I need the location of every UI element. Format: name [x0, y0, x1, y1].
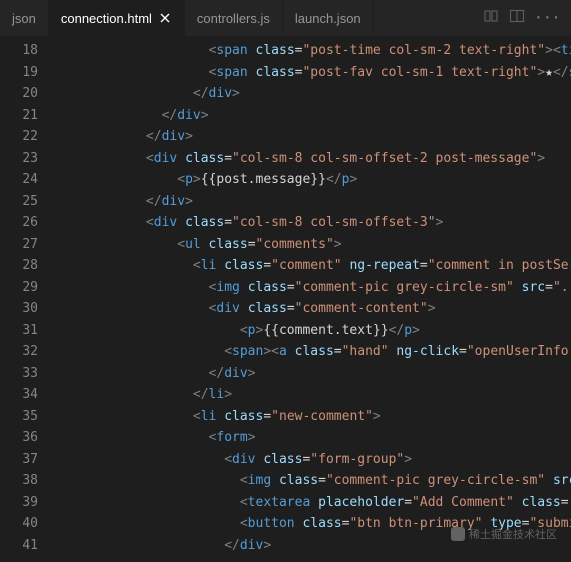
code-line[interactable]: </div>: [52, 126, 571, 148]
line-number: 18: [0, 40, 38, 62]
line-number: 35: [0, 406, 38, 428]
line-number: 33: [0, 363, 38, 385]
code-line[interactable]: </div>: [52, 191, 571, 213]
code-line[interactable]: <ul class="comments">: [52, 234, 571, 256]
line-number: 19: [0, 62, 38, 84]
code-line[interactable]: <img class="comment-pic grey-circle-sm" …: [52, 277, 571, 299]
editor[interactable]: 1819202122232425262728293031323334353637…: [0, 36, 571, 562]
code-line[interactable]: <img class="comment-pic grey-circle-sm" …: [52, 470, 571, 492]
code-line[interactable]: <span><a class="hand" ng-click="openUser…: [52, 341, 571, 363]
line-number: 25: [0, 191, 38, 213]
watermark-text: 稀土掘金技术社区: [469, 526, 557, 542]
line-number: 31: [0, 320, 38, 342]
line-number: 30: [0, 298, 38, 320]
line-number: 29: [0, 277, 38, 299]
code-line[interactable]: </div>: [52, 105, 571, 127]
line-number: 23: [0, 148, 38, 170]
close-icon[interactable]: [158, 11, 172, 25]
tab-label: controllers.js: [197, 11, 270, 26]
code-line[interactable]: <div class="comment-content">: [52, 298, 571, 320]
line-number: 20: [0, 83, 38, 105]
line-gutter: 1819202122232425262728293031323334353637…: [0, 36, 52, 562]
code-line[interactable]: <div class="col-sm-8 col-sm-offset-3">: [52, 212, 571, 234]
code-line[interactable]: <li class="comment" ng-repeat="comment i…: [52, 255, 571, 277]
line-number: 28: [0, 255, 38, 277]
code-line[interactable]: <p>{{post.message}}</p>: [52, 169, 571, 191]
code-line[interactable]: </li>: [52, 384, 571, 406]
code-line[interactable]: <span class="post-fav col-sm-1 text-righ…: [52, 62, 571, 84]
code-line[interactable]: <form>: [52, 427, 571, 449]
code-line[interactable]: <li class="new-comment">: [52, 406, 571, 428]
line-number: 36: [0, 427, 38, 449]
tab-launch-json[interactable]: launch.json: [283, 0, 374, 36]
editor-actions: ···: [473, 0, 571, 36]
code-line[interactable]: <textarea placeholder="Add Comment" clas…: [52, 492, 571, 514]
watermark: 稀土掘金技术社区: [451, 526, 557, 542]
tab-bar: json connection.html controllers.js launch.…: [0, 0, 571, 36]
line-number: 27: [0, 234, 38, 256]
compare-icon[interactable]: [483, 8, 499, 28]
code-line[interactable]: <div class="col-sm-8 col-sm-offset-2 pos…: [52, 148, 571, 170]
line-number: 24: [0, 169, 38, 191]
tab-label: connection.html: [61, 11, 152, 26]
tab-controllers-js[interactable]: controllers.js: [185, 0, 283, 36]
tab-json[interactable]: json: [0, 0, 49, 36]
line-number: 26: [0, 212, 38, 234]
line-number: 38: [0, 470, 38, 492]
code-line[interactable]: <p>{{comment.text}}</p>: [52, 320, 571, 342]
tab-label: launch.json: [295, 11, 361, 26]
code-line[interactable]: </div>: [52, 83, 571, 105]
tab-connection-html[interactable]: connection.html: [49, 0, 185, 36]
code-line[interactable]: <div class="form-group">: [52, 449, 571, 471]
line-number: 39: [0, 492, 38, 514]
code-line[interactable]: </div>: [52, 363, 571, 385]
tab-label: json: [12, 11, 36, 26]
code-line[interactable]: <span class="post-time col-sm-2 text-rig…: [52, 40, 571, 62]
line-number: 32: [0, 341, 38, 363]
line-number: 40: [0, 513, 38, 535]
line-number: 21: [0, 105, 38, 127]
watermark-icon: [451, 527, 465, 541]
line-number: 37: [0, 449, 38, 471]
code-area[interactable]: <span class="post-time col-sm-2 text-rig…: [52, 36, 571, 562]
line-number: 34: [0, 384, 38, 406]
split-icon[interactable]: [509, 8, 525, 28]
line-number: 41: [0, 535, 38, 557]
more-icon[interactable]: ···: [535, 11, 561, 26]
line-number: 22: [0, 126, 38, 148]
